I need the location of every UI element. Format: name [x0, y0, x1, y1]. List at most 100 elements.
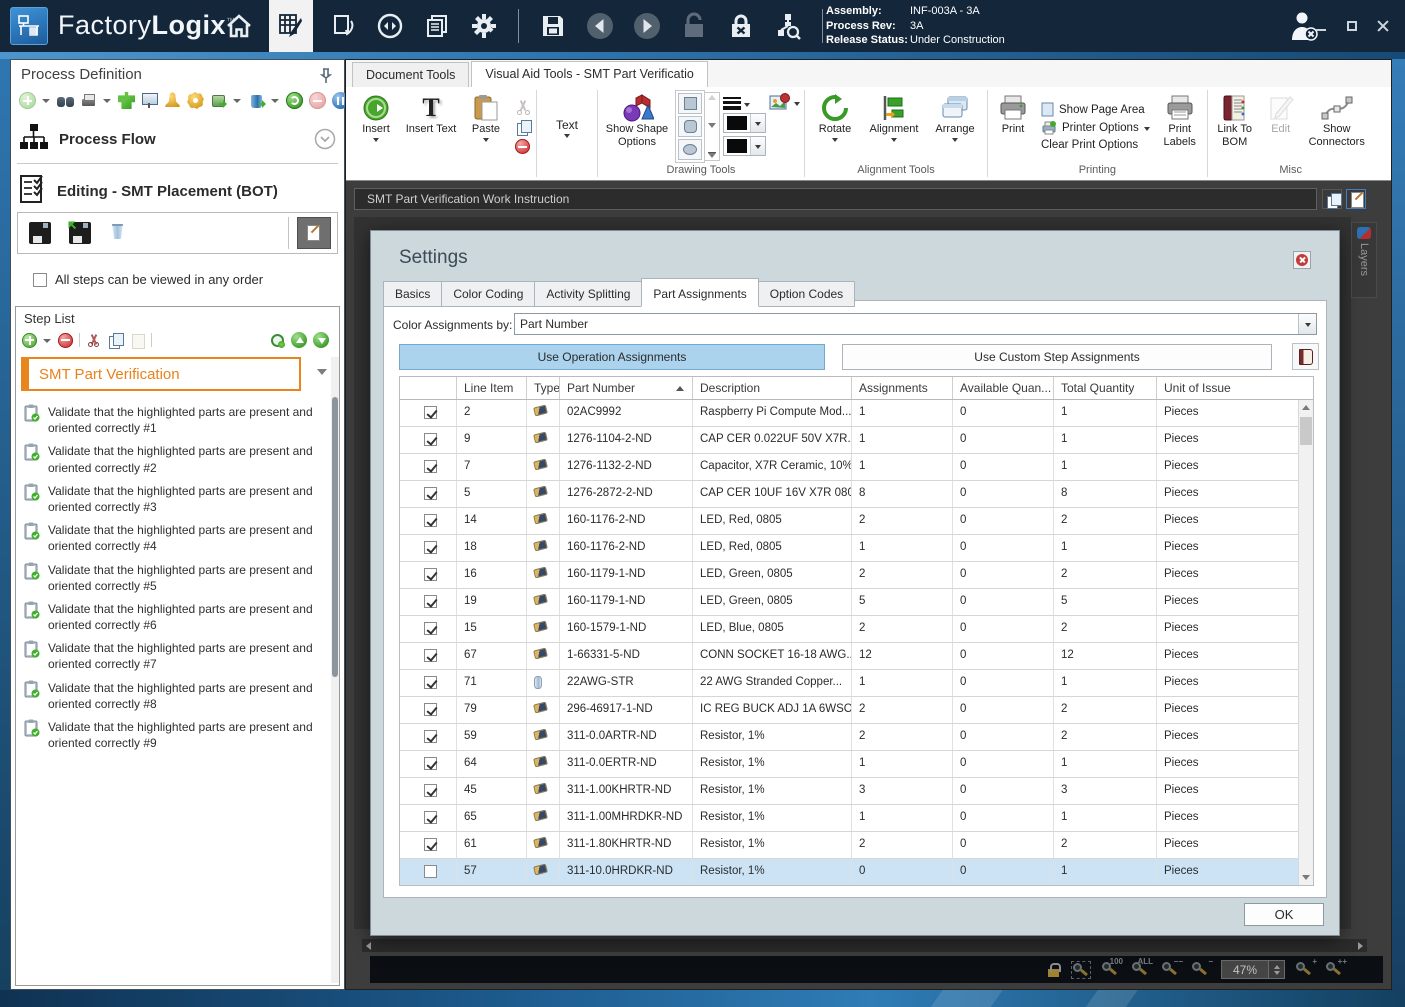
row-checkbox[interactable]: [424, 406, 437, 419]
process-definition-icon[interactable]: [269, 0, 313, 52]
table-scrollbar[interactable]: [1298, 400, 1313, 885]
table-row[interactable]: 14 160-1176-2-ND LED, Red, 0805 2 0 2 Pi…: [400, 508, 1298, 535]
column-header-part-number[interactable]: Part Number: [560, 377, 693, 399]
show-page-area-button[interactable]: Show Page Area: [1041, 102, 1150, 117]
ribbon-tab[interactable]: Visual Aid Tools - SMT Part Verificatio: [471, 61, 707, 87]
scroll-left-icon[interactable]: [366, 942, 371, 950]
column-header-total[interactable]: Total Quantity: [1054, 377, 1157, 399]
paste-button[interactable]: Paste: [460, 89, 512, 164]
save-import-button[interactable]: [64, 217, 96, 249]
table-row[interactable]: 79 296-46917-1-ND IC REG BUCK ADJ 1A 6WS…: [400, 697, 1298, 724]
use-custom-step-assignments-button[interactable]: Use Custom Step Assignments: [842, 344, 1272, 370]
rectangle-shape-button[interactable]: [678, 93, 702, 114]
save-icon[interactable]: [536, 9, 570, 43]
print-icon[interactable]: [80, 92, 97, 109]
process-flow-row[interactable]: Process Flow: [19, 122, 336, 156]
dialog-tab[interactable]: Activity Splitting: [534, 281, 641, 307]
table-row[interactable]: 59 311-0.0ARTR-ND Resistor, 1% 2 0 2 Pie…: [400, 724, 1298, 751]
table-row[interactable]: 7 1276-1132-2-ND Capacitor, X7R Ceramic,…: [400, 454, 1298, 481]
edit-instruction-icon[interactable]: [1346, 189, 1366, 209]
step-group-chevron-icon[interactable]: [317, 369, 327, 375]
scrollbar-thumb[interactable]: [1300, 417, 1312, 445]
selected-step-header[interactable]: SMT Part Verification: [21, 357, 301, 391]
remove-step-icon[interactable]: [58, 333, 73, 348]
dialog-tab[interactable]: Option Codes: [759, 281, 855, 307]
column-header-assignments[interactable]: Assignments: [852, 377, 953, 399]
row-checkbox[interactable]: [424, 703, 437, 716]
print-dropdown-icon[interactable]: [103, 92, 112, 109]
minimize-button[interactable]: [1315, 19, 1329, 33]
step-list-item[interactable]: Validate that the highlighted parts are …: [24, 716, 325, 755]
step-list-item[interactable]: Validate that the highlighted parts are …: [24, 401, 325, 440]
row-checkbox[interactable]: [424, 568, 437, 581]
row-checkbox[interactable]: [424, 622, 437, 635]
row-checkbox[interactable]: [424, 514, 437, 527]
ellipse-shape-button[interactable]: [678, 139, 702, 160]
gallery-down-icon[interactable]: [708, 123, 716, 128]
document-release-icon[interactable]: [326, 9, 360, 43]
edit-button[interactable]: Edit: [1261, 89, 1301, 164]
any-order-checkbox[interactable]: [33, 273, 47, 287]
row-checkbox[interactable]: [424, 838, 437, 851]
zoom-100-icon[interactable]: 100: [1101, 961, 1121, 979]
layers-tab[interactable]: Layers: [1351, 222, 1377, 298]
row-checkbox[interactable]: [424, 757, 437, 770]
deploy-dropdown-icon[interactable]: [271, 92, 280, 109]
image-fill-dropdown[interactable]: [769, 93, 800, 113]
step-list-item[interactable]: Validate that the highlighted parts are …: [24, 677, 325, 716]
text-button[interactable]: Text: [541, 89, 593, 164]
table-row[interactable]: 57 311-10.0HRDKR-ND Resistor, 1% 0 0 1 P…: [400, 859, 1298, 885]
horizontal-scrollbar[interactable]: [362, 939, 1367, 952]
step-list-item[interactable]: Validate that the highlighted parts are …: [24, 440, 325, 479]
lock-revision-icon[interactable]: [724, 9, 758, 43]
dialog-tab[interactable]: Color Coding: [441, 281, 534, 307]
delete-icon[interactable]: [515, 139, 530, 154]
row-checkbox[interactable]: [424, 811, 437, 824]
table-row[interactable]: 45 311-1.00KHRTR-ND Resistor, 1% 3 0 3 P…: [400, 778, 1298, 805]
show-connectors-button[interactable]: Show Connectors: [1304, 89, 1370, 164]
zoom-in-fast-icon[interactable]: ++: [1325, 961, 1345, 979]
clear-print-options-button[interactable]: Clear Print Options: [1041, 139, 1150, 151]
row-checkbox[interactable]: [424, 487, 437, 500]
zoom-marquee-icon[interactable]: [1071, 961, 1091, 979]
add-step-dropdown-icon[interactable]: [43, 332, 52, 349]
forward-icon[interactable]: [630, 9, 664, 43]
edit-mode-toggle[interactable]: [297, 217, 331, 249]
column-header-description[interactable]: Description: [693, 377, 852, 399]
zoom-level-value[interactable]: 47%: [1221, 960, 1269, 979]
column-header-available[interactable]: Available Quan...: [953, 377, 1054, 399]
scrollbar-thumb[interactable]: [332, 397, 338, 677]
pin-icon[interactable]: [320, 68, 332, 89]
row-checkbox[interactable]: [424, 730, 437, 743]
find-icon[interactable]: [57, 92, 74, 109]
zoom-out-fast-icon[interactable]: −−: [1161, 961, 1181, 979]
line-color-picker[interactable]: [723, 113, 766, 133]
remove-icon[interactable]: [309, 92, 326, 109]
column-header-type[interactable]: Type: [527, 377, 560, 399]
zoom-lock-icon[interactable]: [1047, 962, 1061, 978]
home-icon[interactable]: [222, 9, 256, 43]
column-header-line-item[interactable]: Line Item: [457, 377, 527, 399]
table-row[interactable]: 64 311-0.0ERTR-ND Resistor, 1% 1 0 1 Pie…: [400, 751, 1298, 778]
table-row[interactable]: 16 160-1179-1-ND LED, Green, 0805 2 0 2 …: [400, 562, 1298, 589]
table-row[interactable]: 61 311-1.80KHRTR-ND Resistor, 1% 2 0 2 P…: [400, 832, 1298, 859]
move-step-down-icon[interactable]: [313, 332, 329, 348]
discard-button[interactable]: [104, 217, 136, 249]
column-header-unit[interactable]: Unit of Issue: [1157, 377, 1298, 399]
gallery-more-icon[interactable]: [708, 152, 716, 159]
export-process-icon[interactable]: [210, 92, 227, 109]
step-list-item[interactable]: Validate that the highlighted parts are …: [24, 559, 325, 598]
row-checkbox[interactable]: [424, 595, 437, 608]
zoom-step-icon[interactable]: [269, 332, 285, 348]
table-row[interactable]: 18 160-1176-2-ND LED, Red, 0805 1 0 1 Pi…: [400, 535, 1298, 562]
table-row[interactable]: 71 22AWG-STR 22 AWG Stranded Copper... 1…: [400, 670, 1298, 697]
add-operation-icon[interactable]: [19, 92, 36, 109]
process-audit-icon[interactable]: [771, 9, 805, 43]
move-step-up-icon[interactable]: [291, 332, 307, 348]
dialog-tab[interactable]: Basics: [383, 281, 441, 307]
process-settings-icon[interactable]: [187, 92, 204, 109]
copy-icon[interactable]: [515, 119, 532, 136]
table-row[interactable]: 65 311-1.00MHRDKR-ND Resistor, 1% 1 0 1 …: [400, 805, 1298, 832]
link-to-bom-button[interactable]: Link To BOM: [1212, 89, 1258, 164]
refresh-icon[interactable]: [286, 92, 303, 109]
